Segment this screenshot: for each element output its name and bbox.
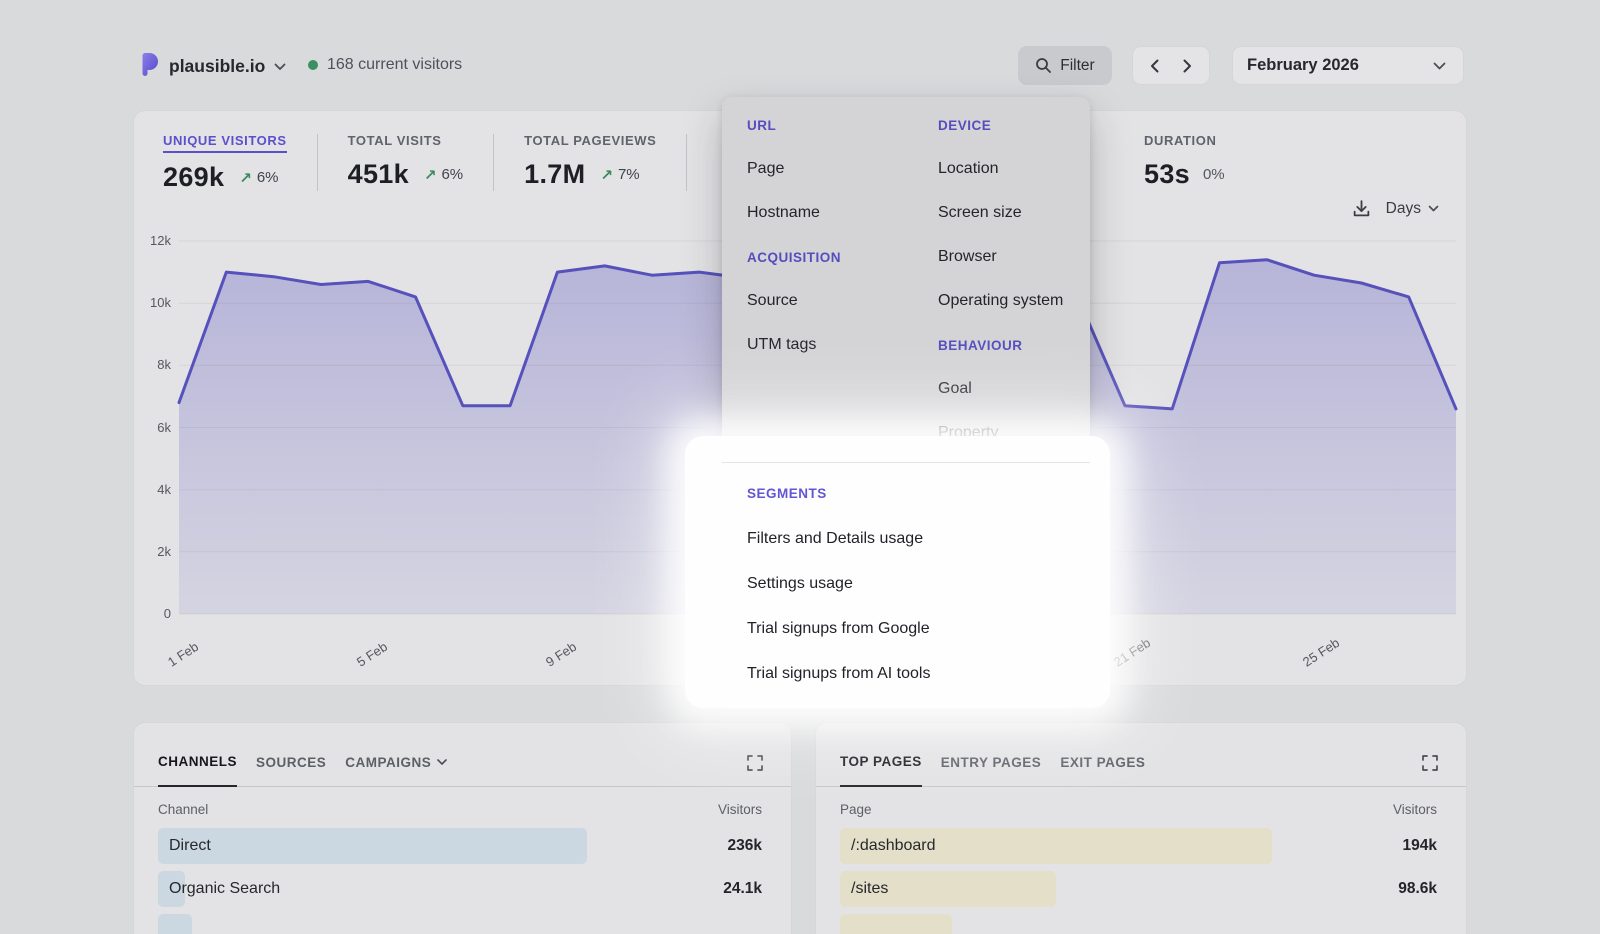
next-period-button[interactable] — [1175, 55, 1200, 77]
segment-item-filters-and-details-usage[interactable]: Filters and Details usage — [747, 516, 1092, 561]
y-axis-label: 0 — [134, 606, 171, 621]
tab-label: CAMPAIGNS — [345, 755, 431, 770]
channels-table-header: Channel Visitors — [134, 802, 791, 817]
pages-table: /:dashboard 194k/sites 98.6k — [816, 828, 1466, 934]
tab-exit-pages[interactable]: EXIT PAGES — [1060, 754, 1145, 786]
column-visitors: Visitors — [1393, 802, 1437, 817]
y-axis-label: 4k — [134, 482, 171, 497]
row-name: /sites — [840, 880, 888, 897]
segments-spotlight: SEGMENTSFilters and Details usageSetting… — [685, 436, 1110, 708]
expand-icon — [746, 754, 764, 772]
filter-section-title-device: DEVICE — [938, 103, 1088, 147]
segment-item-settings-usage[interactable]: Settings usage — [747, 561, 1092, 606]
table-row[interactable]: Direct 236k — [158, 828, 762, 864]
row-value: 98.6k — [1398, 871, 1437, 907]
filter-item-browser[interactable]: Browser — [938, 235, 1088, 279]
chevron-down-icon — [274, 63, 286, 71]
filter-item-utm-tags[interactable]: UTM tags — [747, 323, 927, 367]
segment-item-trial-signups-from-google[interactable]: Trial signups from Google — [747, 606, 1092, 651]
chevron-right-icon — [1183, 59, 1192, 73]
tab-label: ENTRY PAGES — [941, 755, 1042, 770]
row-name — [158, 923, 169, 934]
pages-tabs-row: TOP PAGES ENTRY PAGES EXIT PAGES — [816, 723, 1466, 787]
filter-section-title-behaviour: BEHAVIOUR — [938, 323, 1088, 367]
pages-tabs: TOP PAGES ENTRY PAGES EXIT PAGES — [840, 754, 1145, 786]
y-axis-label: 2k — [134, 544, 171, 559]
tab-sources[interactable]: SOURCES — [256, 754, 326, 786]
filter-item-operating-system[interactable]: Operating system — [938, 279, 1088, 323]
table-row[interactable]: Organic Search 24.1k — [158, 871, 762, 907]
column-channel: Channel — [158, 802, 208, 817]
column-page: Page — [840, 802, 872, 817]
current-visitors-label: 168 current visitors — [327, 56, 462, 74]
tab-label: EXIT PAGES — [1060, 755, 1145, 770]
y-axis-label: 10k — [134, 295, 171, 310]
chevron-down-icon — [1433, 62, 1446, 70]
channels-tabs: CHANNELS SOURCES CAMPAIGNS — [158, 754, 447, 786]
expand-icon — [1421, 754, 1439, 772]
table-row[interactable] — [158, 914, 762, 934]
site-switcher[interactable]: plausible.io — [139, 52, 286, 81]
filter-item-page[interactable]: Page — [747, 147, 927, 191]
pages-table-header: Page Visitors — [816, 802, 1466, 817]
tab-entry-pages[interactable]: ENTRY PAGES — [941, 754, 1042, 786]
channels-table: Direct 236k Organic Search 24.1k — [134, 828, 791, 934]
filter-dropdown-menu: URLPageHostnameACQUISITIONSourceUTM tags… — [722, 97, 1090, 445]
row-value: 24.1k — [723, 871, 762, 907]
tab-label: SOURCES — [256, 755, 326, 770]
chevron-down-icon — [437, 759, 447, 765]
segments-section-title: SEGMENTS — [747, 471, 1092, 516]
table-row[interactable] — [840, 914, 1437, 934]
period-nav — [1132, 46, 1210, 85]
row-name — [840, 923, 851, 934]
tab-label: CHANNELS — [158, 754, 237, 769]
plausible-logo-icon — [139, 52, 160, 81]
filter-button[interactable]: Filter — [1018, 46, 1112, 85]
tab-top-pages[interactable]: TOP PAGES — [840, 754, 922, 787]
channels-tabs-row: CHANNELS SOURCES CAMPAIGNS — [134, 723, 791, 787]
filter-item-screen-size[interactable]: Screen size — [938, 191, 1088, 235]
table-row[interactable]: /:dashboard 194k — [840, 828, 1437, 864]
segments-section: SEGMENTSFilters and Details usageSetting… — [747, 471, 1092, 696]
expand-button[interactable] — [1421, 754, 1439, 775]
filter-menu-column-right: DEVICELocationScreen sizeBrowserOperatin… — [938, 103, 1088, 455]
divider — [722, 462, 1090, 463]
plausible-dashboard: plausible.io 168 current visitors Filter… — [0, 0, 1600, 934]
tab-campaigns[interactable]: CAMPAIGNS — [345, 754, 447, 786]
live-indicator-dot — [308, 60, 318, 70]
period-selector[interactable]: February 2026 — [1232, 46, 1464, 85]
row-name: Direct — [158, 837, 211, 854]
tab-label: TOP PAGES — [840, 754, 922, 769]
filter-item-location[interactable]: Location — [938, 147, 1088, 191]
expand-button[interactable] — [746, 754, 764, 775]
filter-item-source[interactable]: Source — [747, 279, 927, 323]
channels-panel: CHANNELS SOURCES CAMPAIGNS Channel Visitor… — [133, 722, 792, 934]
row-value: 194k — [1403, 828, 1437, 864]
y-axis-label: 6k — [134, 420, 171, 435]
filter-menu-column-left: URLPageHostnameACQUISITIONSourceUTM tags — [747, 103, 927, 367]
pages-panel: TOP PAGES ENTRY PAGES EXIT PAGES Page Visi… — [815, 722, 1467, 934]
value-bar — [840, 914, 952, 934]
filter-item-goal[interactable]: Goal — [938, 367, 1088, 411]
filter-item-hostname[interactable]: Hostname — [747, 191, 927, 235]
row-value: 236k — [728, 828, 762, 864]
row-name: /:dashboard — [840, 837, 936, 854]
search-icon — [1035, 57, 1052, 74]
previous-period-button[interactable] — [1142, 55, 1167, 77]
period-selector-label: February 2026 — [1247, 56, 1359, 75]
segment-item-trial-signups-from-ai-tools[interactable]: Trial signups from AI tools — [747, 651, 1092, 696]
table-row[interactable]: /sites 98.6k — [840, 871, 1437, 907]
site-name: plausible.io — [169, 56, 265, 77]
value-bar — [158, 828, 587, 864]
current-visitors-badge[interactable]: 168 current visitors — [308, 56, 462, 74]
filter-section-title-url: URL — [747, 103, 927, 147]
y-axis-label: 8k — [134, 357, 171, 372]
y-axis-label: 12k — [134, 233, 171, 248]
filter-button-label: Filter — [1060, 57, 1094, 75]
row-name: Organic Search — [158, 880, 280, 897]
tab-channels[interactable]: CHANNELS — [158, 754, 237, 787]
chevron-left-icon — [1150, 59, 1159, 73]
filter-section-title-acquisition: ACQUISITION — [747, 235, 927, 279]
column-visitors: Visitors — [718, 802, 762, 817]
